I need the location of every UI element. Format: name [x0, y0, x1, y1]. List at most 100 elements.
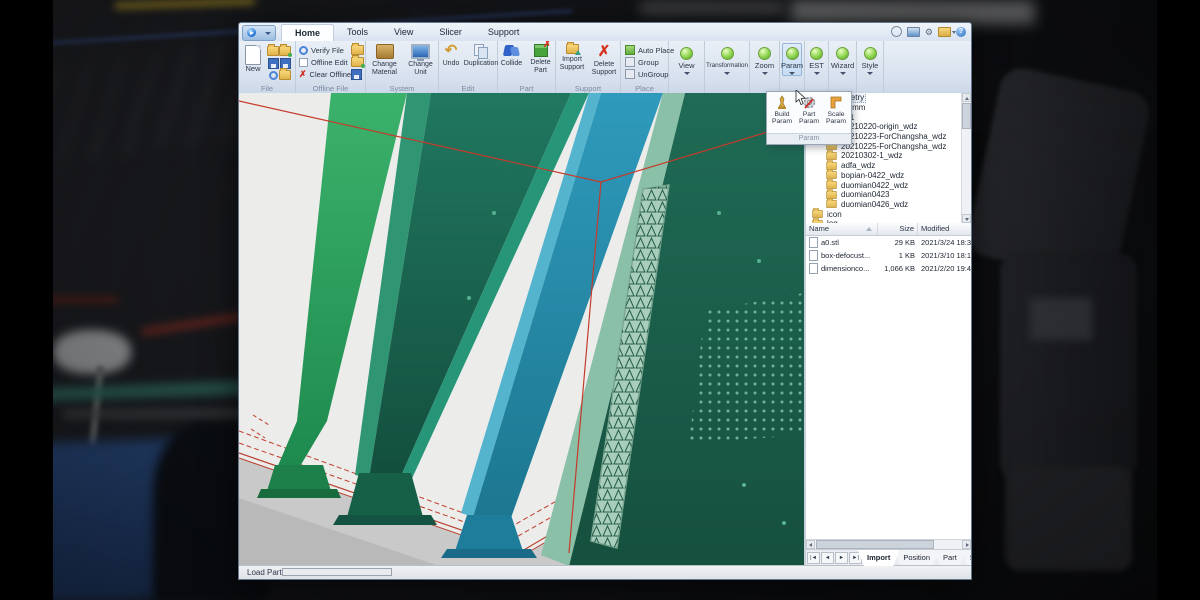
undo-button[interactable]: ↶ Undo [440, 41, 462, 84]
file-name: a0.stl [821, 238, 839, 247]
view-dropdown-button[interactable]: View [671, 43, 702, 76]
delete-part-button[interactable]: ✗ Delete Part [528, 41, 554, 84]
ribbon-group-transformation-dd: Transformation [705, 41, 750, 93]
tree-item-label: 20210302-1_wdz [841, 151, 902, 160]
scrollbar-thumb[interactable] [962, 103, 971, 129]
checkbox-icon [299, 58, 308, 67]
display-icon[interactable] [907, 27, 920, 37]
clear-offline-button[interactable]: ✗ Clear Offline [299, 69, 351, 79]
style-dropdown-button[interactable]: Style [859, 43, 881, 76]
open-recent-button[interactable] [279, 45, 291, 57]
new-button[interactable]: New [239, 41, 267, 84]
tab-position[interactable]: Position [894, 550, 939, 566]
scroll-down-button[interactable] [962, 214, 971, 223]
group-caption-file: File [239, 84, 295, 93]
prev-tab-button[interactable]: ◄ [821, 552, 834, 564]
viewport-3d[interactable] [239, 93, 804, 566]
ungroup-button[interactable]: UnGroup [625, 69, 674, 79]
new-button-label: New [245, 65, 260, 73]
ribbon-group-style-dd: Style [857, 41, 884, 93]
scroll-right-button[interactable] [962, 540, 971, 549]
param-dropdown-label: Param [781, 62, 803, 70]
reload-button[interactable] [267, 69, 279, 81]
file-row[interactable]: dimensionco... 1,066 KB 2021/2/20 19:4..… [806, 262, 971, 275]
about-icon[interactable] [891, 26, 902, 37]
verify-icon [299, 46, 308, 55]
tab-slicer[interactable]: Slicer [426, 24, 475, 41]
horizontal-scrollbar[interactable] [806, 539, 971, 549]
save-button[interactable] [267, 57, 279, 69]
group-caption-edit: Edit [439, 84, 497, 93]
import-support-button[interactable]: Import Support [558, 41, 586, 84]
open-file-button[interactable] [267, 45, 279, 57]
scroll-left-button[interactable] [806, 540, 815, 549]
tab-support[interactable]: Support [475, 24, 533, 41]
duplicate-icon [474, 44, 488, 58]
tab-home[interactable]: Home [281, 24, 334, 41]
titlebar-icons: ⚙ ? [891, 26, 966, 37]
undo-arrow-icon: ↶ [445, 44, 458, 58]
column-header-name[interactable]: Name [806, 223, 878, 235]
ribbon: New File [239, 41, 971, 93]
file-row[interactable]: box-defocust... 1 KB 2021/3/10 18:1... [806, 249, 971, 262]
ribbon-group-wizard-dd: Wizard [829, 41, 857, 93]
change-unit-button[interactable]: Change Unit [404, 41, 437, 84]
view-dropdown-label: View [678, 62, 694, 70]
app-menu-button[interactable] [242, 25, 276, 41]
tab-nav-buttons: |◄ ◄ ► ►| [806, 550, 863, 566]
tab-view[interactable]: View [381, 24, 426, 41]
file-name: box-defocust... [821, 251, 870, 260]
change-material-button[interactable]: Change Material [367, 41, 402, 84]
tab-import[interactable]: Import [858, 550, 899, 566]
transformation-dropdown-button[interactable]: Transformation [707, 43, 747, 76]
tree-scrollbar[interactable] [961, 93, 971, 223]
file-icon [809, 250, 818, 261]
app-logo-icon [247, 28, 256, 37]
wizard-dropdown-button[interactable]: Wizard [831, 43, 854, 76]
group-button[interactable]: Group [625, 57, 674, 67]
scene-svg [239, 93, 804, 566]
column-header-modified[interactable]: Modified [918, 223, 971, 235]
offline-folder-icon[interactable] [351, 45, 364, 55]
monitor-icon [411, 44, 430, 59]
offline-sync-icon[interactable] [351, 57, 364, 67]
scale-param-button[interactable]: Scale Param [823, 95, 849, 125]
settings-gear-icon[interactable]: ⚙ [925, 27, 933, 37]
zoom-dropdown-button[interactable]: Zoom [752, 43, 777, 76]
ribbon-group-place: Auto Place Group UnGroup Place [621, 41, 669, 93]
export-button[interactable] [279, 69, 291, 81]
scroll-up-button[interactable] [962, 93, 971, 102]
verify-file-button[interactable]: Verify File [299, 45, 351, 55]
first-tab-button[interactable]: |◄ [807, 552, 820, 564]
delete-support-icon: ✗ [598, 44, 611, 59]
file-modified: 2021/2/20 19:4... [918, 264, 971, 273]
file-row[interactable]: a0.stl 29 KB 2021/3/24 18:3... [806, 236, 971, 249]
help-icon[interactable]: ? [956, 27, 966, 37]
tab-tools[interactable]: Tools [334, 24, 381, 41]
tree-item-icon-folder[interactable]: icon [806, 209, 971, 219]
est-dropdown-button[interactable]: EST [807, 43, 826, 76]
ribbon-group-file: New File [239, 41, 296, 93]
scrollbar-thumb[interactable] [816, 540, 934, 549]
next-tab-button[interactable]: ► [835, 552, 848, 564]
part-param-label: Part Param [796, 111, 822, 125]
offline-edit-checkbox[interactable]: Offline Edit [299, 57, 351, 67]
tree-item[interactable]: duomian0426_wdz [806, 200, 971, 210]
build-param-button[interactable]: Build Param [769, 95, 795, 125]
duplication-button[interactable]: Duplication [466, 41, 496, 84]
auto-place-button[interactable]: Auto Place [625, 45, 674, 55]
tab-part-info[interactable]: Part Info [934, 550, 966, 566]
tree-item-label: icon [827, 210, 842, 219]
delete-support-button[interactable]: ✗ Delete Support [590, 41, 618, 84]
offline-save-icon[interactable] [351, 69, 362, 80]
param-dropdown-button[interactable]: Param [782, 43, 802, 76]
new-file-icon [245, 45, 261, 65]
skin-style-icon[interactable] [938, 27, 951, 37]
tree-item[interactable]: 20210302-1_wdz [806, 151, 971, 161]
collide-button[interactable]: Collide [500, 41, 524, 84]
file-icon [809, 237, 818, 248]
file-modified: 2021/3/24 18:3... [918, 238, 971, 247]
green-orb-icon [786, 47, 799, 60]
refresh-icon [269, 71, 278, 80]
column-header-size[interactable]: Size [878, 223, 918, 235]
